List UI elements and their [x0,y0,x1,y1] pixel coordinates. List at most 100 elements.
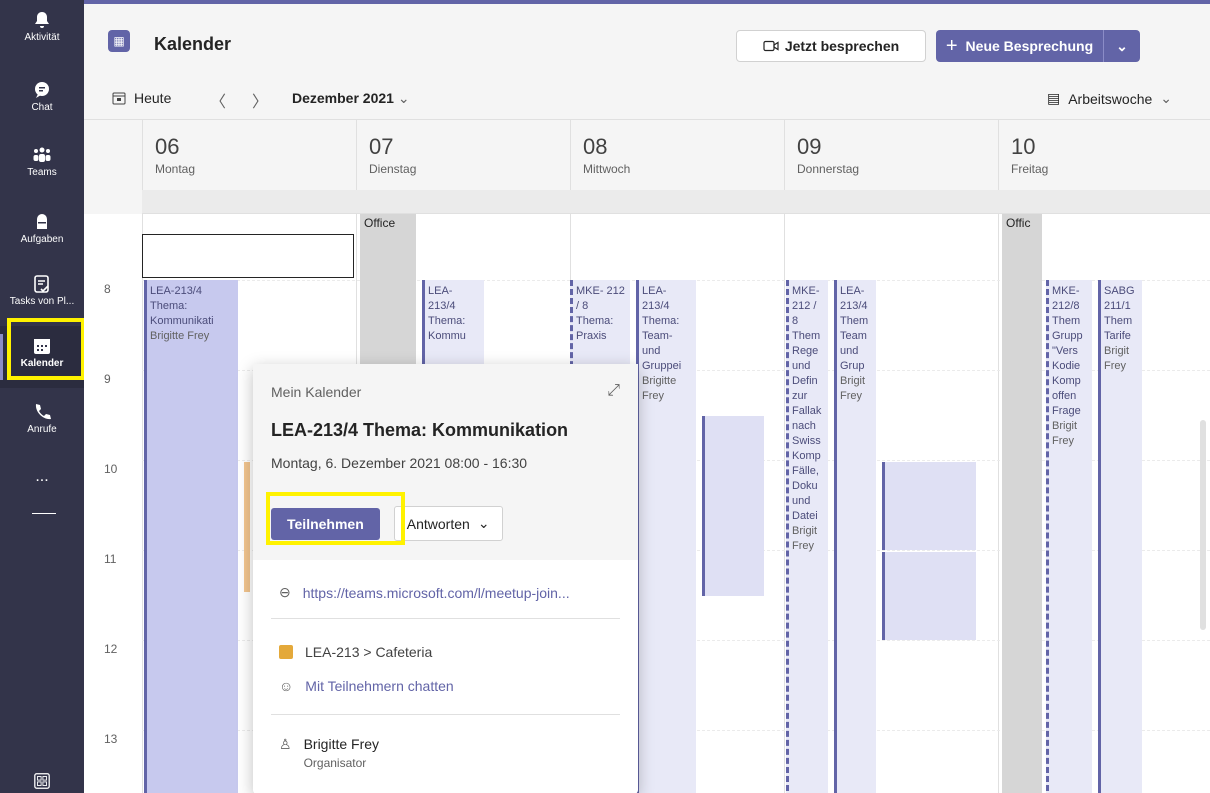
expand-icon[interactable]: ⤢ [607,382,620,400]
rail-item-teams[interactable]: Teams [0,135,84,197]
app-header: ▦ Kalender Jetzt besprechen + Neue Bespr… [84,0,1210,78]
day-number: 09 [797,134,822,159]
meeting-link-row[interactable]: ⊖ https://teams.microsoft.com/l/meetup-j… [279,584,570,601]
meet-now-button[interactable]: Jetzt besprechen [736,30,926,62]
video-camera-icon [763,40,779,52]
event-title: MKE- 212 / 8 Thema: Praxis [576,285,625,342]
popup-title: LEA-213/4 Thema: Kommunikation [271,420,569,440]
new-event-slot[interactable] [142,234,354,278]
day-header-wed[interactable]: 08 Mittwoch [570,120,784,190]
day-header-fri[interactable]: 10 Freitag [998,120,1210,190]
calendar-today-icon [112,92,126,105]
event-sabg-211-fri[interactable]: SABG 211/1 Them Tarife Brigit Frey [1098,280,1142,793]
chat-row[interactable]: ☺ Mit Teilnehmern chatten [279,678,454,694]
join-button[interactable]: Teilnehmen [271,507,380,540]
event-mke-212-fri[interactable]: MKE- 212/8 Them Grupp "Vers Kodie Komp o… [1046,280,1092,793]
channel-row[interactable]: LEA-213 > Cafeteria [279,644,432,660]
phone-icon [35,404,51,420]
organizer-role: Organisator [303,756,367,770]
rail-label: Tasks von Pl... [9,296,75,307]
day-header-thu[interactable]: 09 Donnerstag [784,120,998,190]
day-name: Freitag [1011,162,1049,176]
event-lea-213-mon[interactable]: LEA-213/4 Thema: Kommunikati Brigitte Fr… [144,280,238,793]
event-title: LEA- 213/4 Them Team und Grup [840,285,869,372]
chevron-down-icon: ⌄ [397,90,410,106]
event-organizer: Brigitte Frey [642,375,677,402]
respond-button[interactable]: Antworten ⌄ [393,506,503,541]
popup-time: Montag, 6. Dezember 2021 08:00 - 16:30 [271,455,528,471]
event-block-thu-1[interactable] [882,462,976,550]
month-picker[interactable]: Dezember 2021 ⌄ [292,90,410,107]
event-lea-213-thu[interactable]: LEA- 213/4 Them Team und Grup Brigit Fre… [834,280,876,793]
link-icon: ⊖ [279,584,291,600]
view-icon: ▤ [1046,90,1061,106]
previous-week-button[interactable]: 〈 [210,88,226,112]
day-name: Donnerstag [797,162,860,176]
ellipsis-icon: ... [35,468,49,485]
chat-icon [35,82,49,98]
view-switcher[interactable]: ▤ Arbeitswoche ⌄ [1047,90,1172,107]
event-title: Offic [1006,216,1031,230]
day-header-tue[interactable]: 07 Dienstag [356,120,570,190]
rail-item-calls[interactable]: Anrufe [0,392,84,454]
apps-button[interactable] [0,770,84,793]
meeting-link[interactable]: https://teams.microsoft.com/l/meetup-joi… [303,585,570,601]
app-rail: Aktivität Chat Teams Aufgaben Tasks von … [0,0,84,793]
event-organizer: Brigit Frey [840,375,866,402]
apps-icon [34,773,50,789]
chevron-down-icon: ⌄ [477,515,490,531]
event-lea-213-wed[interactable]: LEA- 213/4 Thema: Team- und Gruppei Brig… [636,280,696,793]
event-organizer: Brigitte Frey [150,330,210,342]
event-organizer: Brigit Frey [1104,345,1130,372]
event-office-fri[interactable]: Offic [1002,214,1042,793]
month-label: Dezember 2021 [292,90,394,106]
event-block-wed[interactable] [702,416,764,596]
calendar-app-icon: ▦ [108,30,130,52]
rail-label: Teams [27,167,57,178]
day-name: Mittwoch [583,162,631,176]
rail-item-activity[interactable]: Aktivität [0,0,84,62]
day-number: 08 [583,134,608,159]
hour-label: 11 [104,552,117,566]
day-headers: 06 Montag 07 Dienstag 08 Mittwoch 09 Donners… [84,120,1210,190]
day-name: Dienstag [369,162,417,176]
rail-item-calendar[interactable]: Kalender [0,326,84,388]
day-number: 06 [155,134,180,159]
hour-label: 13 [104,732,118,746]
scrollbar[interactable] [1200,420,1206,630]
event-title: MKE- 212/8 Them Grupp "Vers Kodie Komp o… [1052,285,1083,417]
new-meeting-label: Neue Besprechung [965,38,1094,54]
teams-icon [33,147,51,162]
more-apps-button[interactable]: ... [0,462,84,492]
rail-label: Anrufe [27,424,57,435]
rail-label: Aktivität [24,32,60,43]
plus-icon: + [945,34,958,57]
chat-icon: ☺ [279,678,294,694]
checklist-icon [34,275,49,293]
event-title: MKE- 212 / 8 Them Rege und Defin zur Fal… [792,285,822,522]
event-stub-orange[interactable] [244,462,250,592]
event-title: LEA-213/4 Thema: Kommunikati [150,285,214,327]
rail-label: Kalender [20,358,64,369]
new-meeting-button[interactable]: + Neue Besprechung ⌄ [936,30,1140,62]
event-block-thu-2[interactable] [882,552,976,640]
page-title: Kalender [154,34,232,54]
day-number: 07 [369,134,394,159]
event-title: Office [364,216,396,230]
hour-label: 8 [104,282,111,296]
chat-with-participants[interactable]: Mit Teilnehmern chatten [305,678,453,694]
event-title: LEA- 213/4 Thema: Kommu [428,285,466,342]
day-header-mon[interactable]: 06 Montag [142,120,356,190]
event-mke-212-thu[interactable]: MKE- 212 / 8 Them Rege und Defin zur Fal… [786,280,828,793]
today-button[interactable]: Heute [112,90,171,106]
chevron-down-icon[interactable]: ⌄ [1104,38,1140,55]
calendar-icon [34,339,50,354]
rail-item-planner-tasks[interactable]: Tasks von Pl... [0,264,84,326]
rail-item-tasks[interactable]: Aufgaben [0,202,84,264]
person-icon: ♙ [279,736,292,752]
next-week-button[interactable]: 〉 [252,88,268,112]
bell-icon [35,12,49,28]
organizer-row[interactable]: ♙ Brigitte Frey Organisator [279,736,379,770]
rail-item-chat[interactable]: Chat [0,70,84,132]
channel-icon [279,645,293,659]
